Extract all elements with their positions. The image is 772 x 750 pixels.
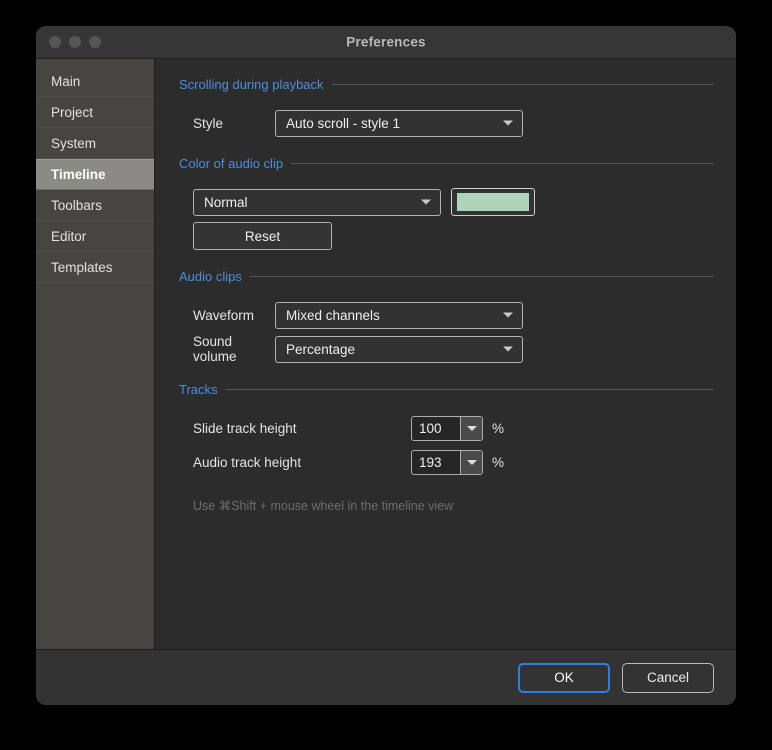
sidebar-item-templates[interactable]: Templates xyxy=(36,252,154,283)
sidebar-item-project[interactable]: Project xyxy=(36,97,154,128)
sidebar-item-main[interactable]: Main xyxy=(36,66,154,97)
sidebar-item-system[interactable]: System xyxy=(36,128,154,159)
section-divider xyxy=(331,84,714,85)
ok-button-label: OK xyxy=(554,670,574,685)
section-title: Scrolling during playback xyxy=(179,77,324,92)
clip-color-mode-value: Normal xyxy=(204,194,248,210)
clip-color-mode-select[interactable]: Normal xyxy=(193,188,441,216)
sidebar-item-label: Templates xyxy=(51,260,113,275)
preferences-content: Scrolling during playback Style Auto scr… xyxy=(155,59,736,649)
sidebar-item-label: Toolbars xyxy=(51,198,103,213)
section-title: Tracks xyxy=(179,382,218,397)
sidebar-item-label: System xyxy=(51,136,97,151)
row-audio-track-height: Audio track height 193 % xyxy=(179,445,714,479)
sidebar-item-label: Timeline xyxy=(51,167,106,182)
window-title: Preferences xyxy=(346,34,426,50)
section-scrolling-during-playback: Scrolling during playback xyxy=(179,77,714,92)
sidebar-item-label: Project xyxy=(51,105,94,120)
color-swatch xyxy=(457,193,529,211)
cancel-button-label: Cancel xyxy=(646,670,690,685)
sound-volume-select[interactable]: Percentage xyxy=(275,335,523,363)
section-audio-clips: Audio clips xyxy=(179,269,714,284)
cancel-button[interactable]: Cancel xyxy=(622,662,714,693)
sidebar-item-label: Editor xyxy=(51,229,87,244)
section-divider xyxy=(225,389,714,390)
tracks-hint-text: Use ⌘Shift + mouse wheel in the timeline… xyxy=(193,499,454,513)
audio-track-height-stepper[interactable]: 193 xyxy=(411,449,483,475)
sidebar-item-timeline[interactable]: Timeline xyxy=(36,159,154,190)
waveform-select[interactable]: Mixed channels xyxy=(275,301,523,329)
scroll-style-select[interactable]: Auto scroll - style 1 xyxy=(275,109,523,137)
sound-volume-value: Percentage xyxy=(286,341,356,357)
section-title: Color of audio clip xyxy=(179,156,284,171)
section-color-of-audio-clip: Color of audio clip xyxy=(179,156,714,171)
chevron-down-icon xyxy=(503,312,513,318)
slide-track-height-value[interactable]: 100 xyxy=(412,417,460,440)
sidebar-item-toolbars[interactable]: Toolbars xyxy=(36,190,154,221)
waveform-value: Mixed channels xyxy=(286,307,380,323)
section-divider xyxy=(249,276,714,277)
dialog-footer: OK Cancel xyxy=(36,649,736,705)
reset-button[interactable]: Reset xyxy=(193,222,332,250)
preferences-window: Preferences Main Project System Timeline… xyxy=(36,26,736,705)
slide-track-height-stepper[interactable]: 100 xyxy=(411,415,483,441)
scroll-style-label: Style xyxy=(193,115,224,131)
chevron-down-icon xyxy=(421,199,431,205)
sidebar-item-editor[interactable]: Editor xyxy=(36,221,154,252)
audio-track-height-label: Audio track height xyxy=(193,454,302,470)
audio-track-height-value[interactable]: 193 xyxy=(412,451,460,474)
section-title: Audio clips xyxy=(179,269,242,284)
preferences-sidebar: Main Project System Timeline Toolbars Ed… xyxy=(36,59,155,649)
audio-track-height-unit: % xyxy=(492,454,505,470)
section-divider xyxy=(291,163,714,164)
reset-button-label: Reset xyxy=(244,228,281,244)
chevron-down-icon xyxy=(503,120,513,126)
slide-track-height-unit: % xyxy=(492,420,505,436)
window-body: Main Project System Timeline Toolbars Ed… xyxy=(36,59,736,649)
chevron-down-icon[interactable] xyxy=(460,416,482,440)
chevron-down-icon xyxy=(503,346,513,352)
title-bar: Preferences xyxy=(36,26,736,59)
row-clip-color-mode: Normal xyxy=(179,185,714,219)
row-scroll-style: Style Auto scroll - style 1 xyxy=(179,106,714,140)
sidebar-item-label: Main xyxy=(51,74,81,89)
section-tracks: Tracks xyxy=(179,382,714,397)
row-color-reset: Reset xyxy=(179,219,714,253)
ok-button[interactable]: OK xyxy=(518,662,610,693)
row-sound-volume: Sound volume Percentage xyxy=(179,332,714,366)
chevron-down-icon[interactable] xyxy=(460,450,482,474)
clip-color-swatch-button[interactable] xyxy=(451,188,535,216)
row-waveform: Waveform Mixed channels xyxy=(179,298,714,332)
row-slide-track-height: Slide track height 100 % xyxy=(179,411,714,445)
slide-track-height-label: Slide track height xyxy=(193,420,297,436)
scroll-style-value: Auto scroll - style 1 xyxy=(286,115,401,131)
sound-volume-label: Sound volume xyxy=(193,334,237,364)
waveform-label: Waveform xyxy=(193,307,255,323)
